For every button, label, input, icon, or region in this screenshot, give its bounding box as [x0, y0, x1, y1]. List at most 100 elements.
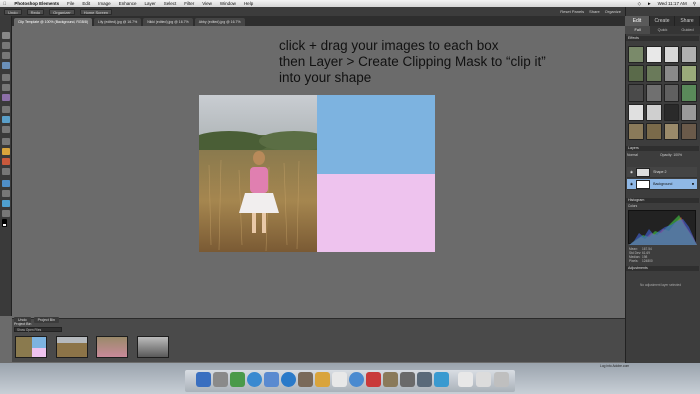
- thumb-pink-girl[interactable]: [96, 336, 128, 358]
- marquee-tool-icon[interactable]: [2, 74, 10, 81]
- effect-thumb[interactable]: [663, 84, 680, 102]
- effect-thumb[interactable]: [681, 122, 697, 140]
- clone-stamp-tool-icon[interactable]: [2, 138, 10, 145]
- effect-thumb[interactable]: [681, 84, 697, 102]
- spot-healing-tool-icon[interactable]: [2, 126, 10, 133]
- ibooks-icon[interactable]: [315, 372, 330, 387]
- tab-create[interactable]: Create: [650, 16, 675, 26]
- layer-row-background[interactable]: ◉ Background ■: [627, 179, 697, 190]
- safari-icon[interactable]: [247, 372, 262, 387]
- lasso-tool-icon[interactable]: [2, 84, 10, 91]
- documents-stack-icon[interactable]: [458, 372, 473, 387]
- undo-button[interactable]: Undo: [4, 8, 22, 15]
- photo-booth-icon[interactable]: [366, 372, 381, 387]
- thumb-field-girls[interactable]: [56, 336, 88, 358]
- effect-thumb[interactable]: [663, 46, 680, 64]
- tab-lily[interactable]: Lily (edited).jpg @ 16.7%: [94, 18, 142, 26]
- histogram-header[interactable]: Histogram: [626, 198, 699, 203]
- organizer-button[interactable]: Organizer: [49, 8, 75, 15]
- histogram-channel-select[interactable]: Colors: [628, 204, 637, 208]
- dashboard-icon[interactable]: [213, 372, 228, 387]
- app-store-icon[interactable]: [281, 372, 296, 387]
- finder-icon[interactable]: [196, 372, 211, 387]
- layers-header[interactable]: Layers: [626, 146, 699, 151]
- foreground-color-swatch[interactable]: [2, 219, 7, 224]
- effect-thumb[interactable]: [663, 103, 680, 121]
- thumb-template[interactable]: [15, 336, 47, 358]
- blue-clip-box[interactable]: [317, 95, 435, 174]
- reset-panels-button[interactable]: Reset Panels: [560, 9, 584, 14]
- paint-bucket-tool-icon[interactable]: [2, 180, 10, 187]
- layer-row-shape-2[interactable]: ◉ Shape 2: [627, 167, 697, 178]
- mail-icon[interactable]: [264, 372, 279, 387]
- bin-show-select[interactable]: Show Open Files: [14, 327, 62, 332]
- zoom-tool-icon[interactable]: [2, 42, 10, 49]
- volume-icon[interactable]: ►: [647, 0, 651, 7]
- contacts-icon[interactable]: [298, 372, 313, 387]
- magic-wand-tool-icon[interactable]: [2, 94, 10, 101]
- eyedropper-tool-icon[interactable]: [2, 62, 10, 69]
- menu-view[interactable]: View: [202, 0, 212, 7]
- red-eye-tool-icon[interactable]: [2, 116, 10, 123]
- menu-enhance[interactable]: Enhance: [119, 0, 137, 7]
- text-tool-icon[interactable]: [2, 210, 10, 217]
- apple-icon[interactable]: : [3, 0, 6, 7]
- effect-thumb[interactable]: [645, 122, 662, 140]
- photoshop-elements-icon[interactable]: [417, 372, 432, 387]
- pencil-tool-icon[interactable]: [2, 158, 10, 165]
- eye-icon[interactable]: ◉: [630, 182, 633, 186]
- menu-help[interactable]: Help: [244, 0, 253, 7]
- share-menu-button[interactable]: Share: [589, 9, 600, 14]
- tab-edit[interactable]: Edit: [625, 16, 650, 26]
- hand-tool-icon[interactable]: [2, 52, 10, 59]
- effect-thumb[interactable]: [645, 103, 662, 121]
- menu-select[interactable]: Select: [164, 0, 177, 7]
- effect-thumb[interactable]: [681, 103, 697, 121]
- menu-layer[interactable]: Layer: [144, 0, 155, 7]
- tab-clip-template[interactable]: Clip Template @ 100% (Background, RGB/8): [14, 18, 93, 26]
- effect-thumb[interactable]: [628, 65, 644, 83]
- pink-clip-box[interactable]: [317, 174, 435, 252]
- tab-quick[interactable]: Quick: [650, 26, 675, 34]
- effect-thumb[interactable]: [645, 84, 662, 102]
- eye-icon[interactable]: ◉: [630, 170, 633, 174]
- app-menu-name[interactable]: Photoshop Elements: [14, 0, 59, 7]
- tab-abby[interactable]: Abby (edited).jpg @ 16.7%: [194, 18, 245, 26]
- tab-project-bin[interactable]: Project Bin: [33, 317, 59, 323]
- shape-tool-icon[interactable]: [2, 200, 10, 207]
- gradient-tool-icon[interactable]: [2, 190, 10, 197]
- iphoto-icon[interactable]: [383, 372, 398, 387]
- opacity-field[interactable]: Opacity: 100%: [660, 153, 682, 157]
- photo-girl-in-field[interactable]: [199, 95, 317, 252]
- calendar-icon[interactable]: [332, 372, 347, 387]
- effect-thumb[interactable]: [645, 46, 662, 64]
- effect-thumb[interactable]: [628, 103, 644, 121]
- effects-header[interactable]: Effects: [626, 36, 699, 41]
- tab-guided[interactable]: Guided: [675, 26, 700, 34]
- effect-thumb[interactable]: [663, 122, 680, 140]
- home-screen-button[interactable]: Home Screen: [79, 8, 113, 15]
- effect-thumb[interactable]: [628, 84, 644, 102]
- move-tool-icon[interactable]: [2, 32, 10, 39]
- menu-image[interactable]: Image: [98, 0, 111, 7]
- effect-thumb[interactable]: [628, 46, 644, 64]
- organize-menu-button[interactable]: Organize: [605, 9, 621, 14]
- thumb-bw-kids[interactable]: [137, 336, 169, 358]
- tab-nikki[interactable]: Nikki (edited).jpg @ 16.7%: [143, 18, 193, 26]
- clock[interactable]: Wed 11:17 AM: [658, 0, 687, 7]
- spotlight-icon[interactable]: ⚲: [693, 0, 696, 7]
- menu-window[interactable]: Window: [220, 0, 236, 7]
- tab-share[interactable]: Share: [675, 16, 700, 26]
- menu-file[interactable]: File: [67, 0, 74, 7]
- eraser-tool-icon[interactable]: [2, 168, 10, 175]
- effect-thumb[interactable]: [645, 65, 662, 83]
- effect-thumb[interactable]: [681, 46, 697, 64]
- effect-thumb[interactable]: [628, 122, 644, 140]
- blend-mode-select[interactable]: Normal: [627, 153, 638, 157]
- tab-full[interactable]: Full: [625, 26, 650, 34]
- wifi-icon[interactable]: ◇: [638, 0, 641, 7]
- menu-filter[interactable]: Filter: [184, 0, 194, 7]
- adjustments-header[interactable]: Adjustments: [626, 266, 699, 271]
- effect-thumb[interactable]: [663, 65, 680, 83]
- menu-edit[interactable]: Edit: [82, 0, 90, 7]
